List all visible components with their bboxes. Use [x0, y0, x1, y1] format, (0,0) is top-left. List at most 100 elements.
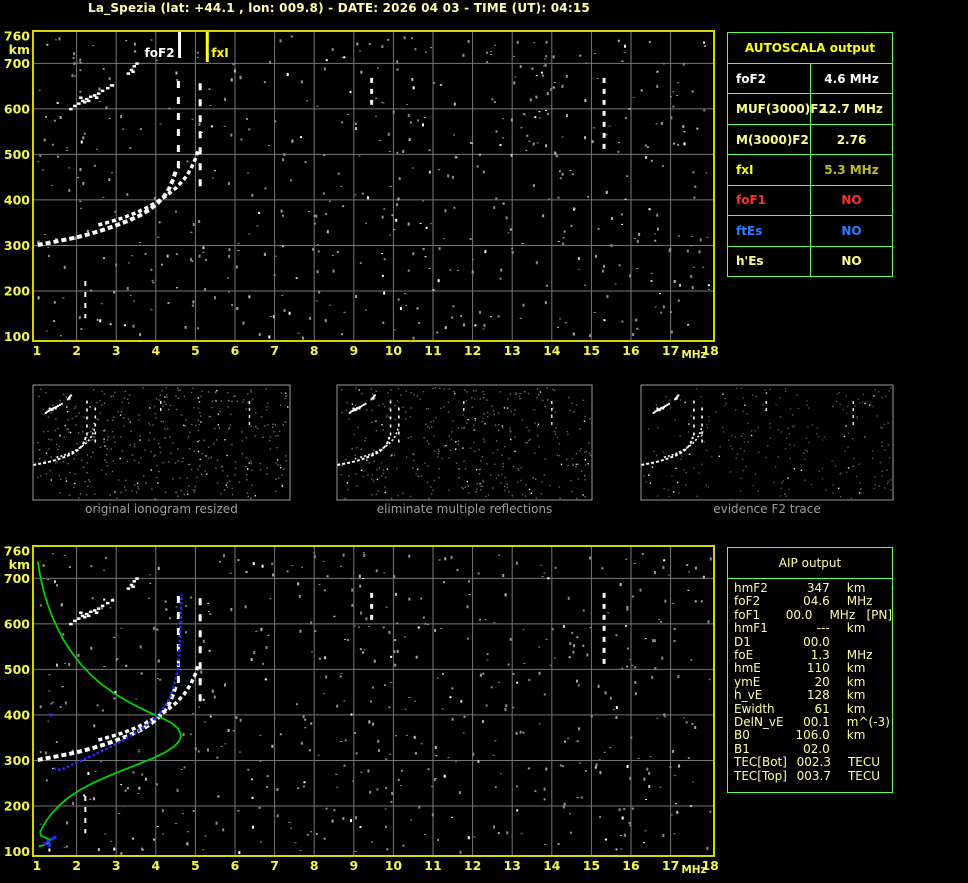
- aip-table-header: AIP output: [728, 548, 892, 579]
- aip-label: foE: [734, 648, 754, 663]
- y-tick-label: 300: [4, 753, 30, 768]
- param-label: fxI: [728, 155, 811, 185]
- x-tick-label: 11: [424, 343, 441, 358]
- y-tick-label: 100: [4, 329, 30, 344]
- aip-row-hmf1: hmF1 --- km: [734, 621, 892, 635]
- aip-row-delnve: DelN_vE 00.1 m^(-3): [734, 715, 892, 729]
- y-tick-label: 200: [4, 283, 30, 298]
- y-axis-unit: km: [9, 42, 30, 57]
- param-label: ftEs: [728, 216, 811, 246]
- x-tick-label: 10: [385, 343, 403, 358]
- autoscala-row-fxi: fxI 5.3 MHz: [728, 154, 892, 185]
- param-value: NO: [841, 223, 862, 238]
- x-tick-label: 15: [583, 858, 600, 873]
- station-title: La_Spezia (lat: +44.1 , lon: 009.8) - DA…: [88, 1, 590, 15]
- param-value: 4.6 MHz: [824, 71, 879, 86]
- aip-extra: [PN]: [866, 607, 893, 622]
- aip-unit: km: [846, 701, 866, 716]
- autoscala-row-muf3000f2: MUF(3000)F2 12.7 MHz: [728, 93, 892, 124]
- param-label: foF2: [728, 64, 811, 94]
- aip-row-fof2: foF2 04.6 MHz: [734, 594, 892, 609]
- x-tick-label: 8: [310, 343, 319, 358]
- param-label: MUF(3000)F2: [728, 94, 827, 124]
- aip-value: 20: [814, 674, 830, 689]
- param-value: 12.7 MHz: [820, 102, 883, 117]
- aip-value: 003.7: [796, 768, 831, 783]
- aip-value: 1.3: [810, 648, 830, 663]
- panel-caption-evidence: evidence F2 trace: [713, 502, 821, 516]
- aip-unit: km: [846, 581, 866, 595]
- y-axis-unit: km: [9, 557, 30, 572]
- aip-row-hme: hmE 110 km: [734, 661, 892, 676]
- autoscala-row-ftes: ftEs NO: [728, 215, 892, 246]
- aip-label: Ewidth: [734, 701, 775, 716]
- aip-unit: km: [846, 661, 866, 676]
- aip-table-rows: hmF2 347 km foF2 04.6 MHz foF1 00.0 MHz [PN] hmF1-…: [728, 579, 892, 783]
- top-ionogram-plot: foF2 fxI760700600500400300200100km1 2 3 4 5 6 7…: [4, 29, 719, 362]
- aip-value: 02.0: [803, 741, 830, 756]
- x-tick-label: 4: [151, 343, 160, 358]
- x-tick-label: 13: [503, 343, 520, 358]
- x-tick-label: 7: [270, 343, 279, 358]
- param-value: NO: [841, 254, 862, 269]
- y-tick-label: 700: [4, 56, 30, 71]
- x-tick-label: 11: [424, 858, 441, 873]
- autoscala-row-hes: h'Es NO: [728, 245, 892, 276]
- aip-value: 128: [806, 688, 830, 703]
- aip-row-tectop: TEC[Top] 003.7 TECU: [734, 768, 892, 783]
- aip-unit: MHz: [846, 594, 873, 609]
- x-axis-unit: MHz: [681, 349, 706, 361]
- aip-unit: [830, 636, 892, 649]
- x-tick-label: 1: [33, 858, 42, 873]
- x-tick-label: 7: [270, 858, 279, 873]
- aip-value: 00.0: [785, 607, 813, 622]
- autoscala-row-fof2: foF2 4.6 MHz: [728, 63, 892, 94]
- autoscala-row-m3000f2: M(3000)F2 2.76: [728, 123, 892, 155]
- param-label: h'Es: [728, 246, 811, 276]
- aip-unit: MHz: [846, 648, 873, 663]
- x-tick-label: 3: [112, 858, 121, 873]
- aip-label: TEC[Bot]: [734, 755, 787, 770]
- aip-unit: TECU: [847, 768, 881, 783]
- aip-unit: MHz: [829, 607, 856, 622]
- autoscala-window: foF2 fxI 760 700 600 500 400 300 200 100 km 1 2 3 4 5 6 7…: [0, 0, 968, 883]
- y-tick-label: 400: [4, 192, 30, 207]
- x-tick-label: 1: [33, 343, 42, 358]
- y-tick-label: 500: [4, 147, 30, 162]
- aip-label: foF2: [734, 594, 761, 609]
- aip-label: B1: [734, 741, 750, 756]
- aip-value: 00.0: [803, 634, 830, 649]
- aip-row-d1: D1 00.0: [734, 634, 892, 649]
- aip-row-ewidth: Ewidth 61 km: [734, 701, 892, 716]
- param-value: 2.76: [836, 132, 867, 147]
- aip-value: 110: [806, 661, 830, 676]
- y-tick-label: 200: [4, 798, 30, 813]
- aip-unit: km: [846, 674, 866, 689]
- x-tick-label: 9: [349, 858, 358, 873]
- y-tick-label: 300: [4, 238, 30, 253]
- x-tick-label: 5: [191, 343, 200, 358]
- x-axis-unit: MHz: [681, 864, 706, 876]
- aip-row-foe: foE 1.3 MHz: [734, 648, 892, 663]
- aip-row-yme: ymE 20 km: [734, 674, 892, 689]
- x-tick-label: 10: [385, 858, 403, 873]
- x-tick-label: 2: [72, 858, 81, 873]
- y-tick-label: 600: [4, 616, 30, 631]
- x-tick-label: 14: [543, 343, 561, 358]
- aip-row-hmf2: hmF2 347 km: [734, 581, 892, 595]
- panel-caption-eliminate: eliminate multiple reflections: [376, 502, 553, 516]
- x-tick-label: 2: [72, 343, 81, 358]
- y-tick-label: 500: [4, 662, 30, 677]
- aip-value: 002.3: [796, 755, 831, 770]
- x-tick-label: 17: [662, 343, 679, 358]
- x-tick-label: 6: [231, 858, 240, 873]
- y-tick-label: 700: [4, 571, 30, 586]
- aip-label: ymE: [734, 674, 761, 689]
- aip-row-b1: B1 02.0: [734, 741, 892, 756]
- aip-label: hmE: [734, 661, 761, 676]
- y-tick-label: 100: [4, 844, 30, 859]
- x-tick-label: 15: [583, 343, 600, 358]
- aip-label: hmF2: [734, 581, 768, 595]
- aip-label: B0: [734, 728, 750, 743]
- aip-row-fof1: foF1 00.0 MHz [PN]: [734, 607, 893, 622]
